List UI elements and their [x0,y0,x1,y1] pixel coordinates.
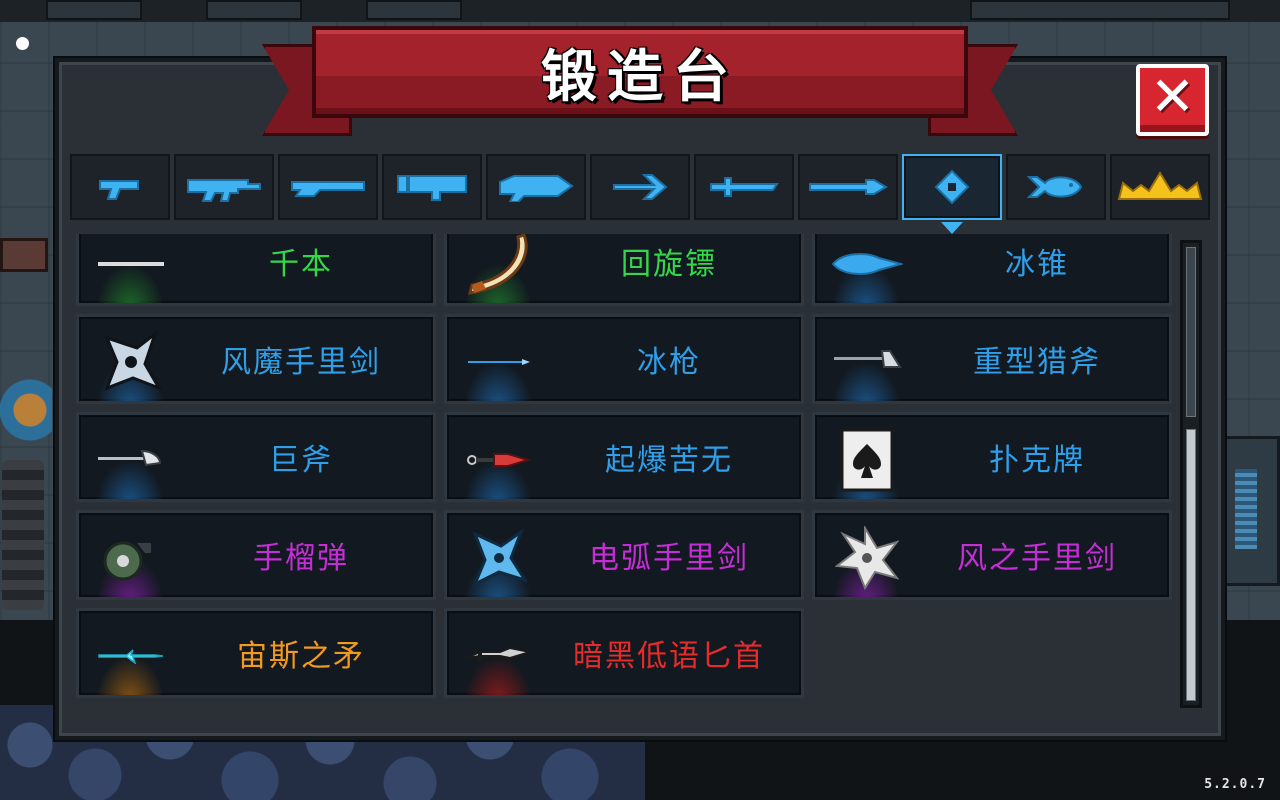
rocket-launcher-icon [397,175,467,201]
fuma-shuriken-icon [87,327,175,397]
selected-tab-indicator-icon [941,222,963,234]
poker-card-icon [823,425,911,495]
giant-axe-icon [87,425,175,495]
wall-block [206,0,302,20]
item-name: 巨斧 [269,443,333,478]
weapon-grid: 千本 回旋镖 冰锥 风魔手里剑 冰枪 重型猎斧 巨斧 起爆苦无 扑克牌 手榴弹 … [76,234,1172,698]
wind-shuriken-icon [823,523,911,593]
bow-icon [613,174,668,200]
list-item[interactable]: 冰枪 [444,314,804,404]
list-item[interactable]: 扑克牌 [812,412,1172,502]
list-scrollbar[interactable] [1180,240,1202,708]
zeus-spear-icon [87,621,175,691]
tab-sword[interactable] [694,154,794,220]
wall-prop [0,238,48,272]
tab-fish[interactable] [1006,154,1106,220]
item-name: 暗黑低语匕首 [573,639,765,674]
boomerang-icon [455,234,543,299]
list-item[interactable]: 电弧手里剑 [444,510,804,600]
laser-gun-icon [499,175,574,202]
vending-machine [1222,436,1280,586]
ice-cone-icon [823,234,911,299]
item-name: 风之手里剑 [957,541,1117,576]
assault-rifle-icon [187,179,261,202]
sword-icon [710,177,779,197]
shotgun-icon [291,181,365,197]
item-name: 宙斯之矛 [237,639,365,674]
item-name: 扑克牌 [989,443,1085,478]
tab-shotgun[interactable] [278,154,378,220]
fish-icon [1027,176,1083,198]
tab-laser-gun[interactable] [486,154,586,220]
wall-block [46,0,142,20]
tab-bow[interactable] [590,154,690,220]
item-name: 风魔手里剑 [221,345,381,380]
dark-whisper-dagger-icon [455,621,543,691]
machine-screen [1235,469,1257,549]
item-name: 千本 [269,247,333,282]
tab-rocket-launcher[interactable] [382,154,482,220]
tab-special[interactable] [1110,154,1210,220]
scrollbar-thumb[interactable] [1186,429,1196,701]
scrollbar-track-upper [1186,247,1196,417]
pistol-icon [99,180,139,200]
page-title: 锻造台 [541,44,739,110]
wall-block [366,0,462,20]
list-item[interactable]: 回旋镖 [444,234,804,306]
tab-assault-rifle[interactable] [174,154,274,220]
explosive-kunai-icon [455,425,543,495]
item-name: 重型猎斧 [973,345,1101,380]
list-item[interactable]: 风魔手里剑 [76,314,436,404]
tab-spear[interactable] [798,154,898,220]
list-item[interactable]: 重型猎斧 [812,314,1172,404]
item-name: 回旋镖 [621,247,717,282]
tab-pistol[interactable] [70,154,170,220]
crown-icon [1117,171,1203,200]
tab-throwing[interactable] [902,154,1002,220]
wall-block [970,0,1230,20]
item-name: 冰锥 [1005,247,1069,282]
character-head [0,370,52,456]
version-label: 5.2.0.7 [1204,777,1266,792]
list-item[interactable]: 起爆苦无 [444,412,804,502]
list-item[interactable]: 手榴弹 [76,510,436,600]
spear-icon [809,179,888,195]
title-banner: 锻造台 [312,26,968,118]
status-dot-icon [16,37,29,50]
shuriken-icon [934,169,970,205]
list-item[interactable]: 暗黑低语匕首 [444,608,804,698]
list-item[interactable]: 千本 [76,234,436,306]
list-item[interactable]: 宙斯之矛 [76,608,436,698]
heavy-hunting-axe-icon [823,327,911,397]
arc-shuriken-icon [455,523,543,593]
list-item[interactable]: 巨斧 [76,412,436,502]
senbon-needle-icon [87,234,175,299]
ice-spear-icon [455,327,543,397]
player-character [0,370,52,620]
item-name: 起爆苦无 [605,443,733,478]
close-icon: ✕ [1149,65,1196,128]
item-name: 手榴弹 [253,541,349,576]
item-name: 电弧手里剑 [589,541,749,576]
item-name: 冰枪 [637,345,701,380]
list-item[interactable]: 冰锥 [812,234,1172,306]
weapon-category-tabs [70,154,1210,220]
character-body [2,460,44,610]
weapon-list: 千本 回旋镖 冰锥 风魔手里剑 冰枪 重型猎斧 巨斧 起爆苦无 扑克牌 手榴弹 … [70,234,1174,714]
list-item[interactable]: 风之手里剑 [812,510,1172,600]
close-button[interactable]: ✕ [1136,64,1209,136]
grenade-icon [87,523,175,593]
